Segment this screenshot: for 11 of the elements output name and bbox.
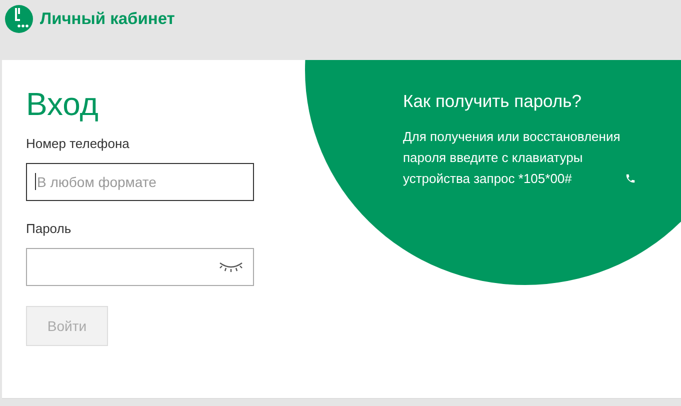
phone-field[interactable]: В любом формате <box>26 163 254 201</box>
help-text: Для получения или восстановления пароля введите с клавиатуры устройства запрос *105*00# <box>403 128 621 188</box>
help-title: Как получить пароль? <box>403 91 582 112</box>
logo-icon <box>4 4 34 34</box>
field-label: Пароль <box>26 221 72 236</box>
eye-closed-icon[interactable] <box>218 261 244 273</box>
header-title: Личный кабинет <box>40 10 175 28</box>
field-label: Номер телефона <box>26 136 130 151</box>
phone-icon <box>625 173 636 184</box>
password-field[interactable] <box>26 248 254 286</box>
login-title: Вход <box>26 86 98 122</box>
